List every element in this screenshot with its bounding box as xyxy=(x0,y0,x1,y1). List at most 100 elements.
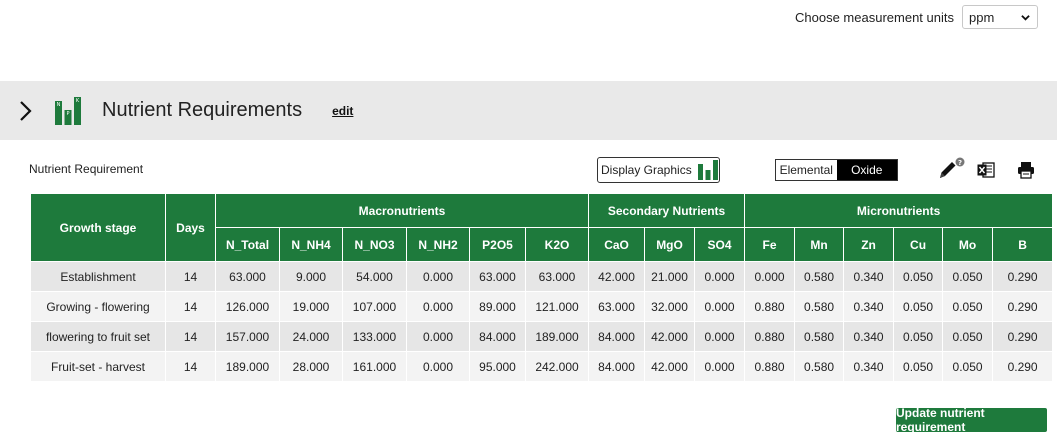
column-header: P2O5 xyxy=(469,227,526,262)
table-cell: 0.880 xyxy=(744,321,796,352)
bar-chart-logo-icon: N P K xyxy=(55,96,81,125)
table-cell: 0.290 xyxy=(992,321,1054,352)
display-graphics-button[interactable]: Display Graphics xyxy=(597,157,720,183)
printer-icon[interactable] xyxy=(1017,161,1035,179)
table-row: Growing - flowering 14 126.000 19.000 10… xyxy=(30,291,1054,322)
table-cell: 133.000 xyxy=(342,321,407,352)
header-growth-stage: Growth stage xyxy=(30,193,166,262)
table-cell: 0.340 xyxy=(843,351,895,382)
display-graphics-label: Display Graphics xyxy=(601,163,692,177)
table-cell: 0.340 xyxy=(843,261,895,292)
column-header: Mn xyxy=(794,227,845,262)
table-cell: Establishment xyxy=(30,261,166,292)
column-header: Mo xyxy=(942,227,994,262)
header-secondary-nutrients: Secondary Nutrients xyxy=(588,193,746,228)
column-header: N_NH4 xyxy=(279,227,343,262)
table-cell: 0.580 xyxy=(794,261,845,292)
header-micronutrients: Micronutrients xyxy=(744,193,1054,228)
table-cell: 24.000 xyxy=(279,321,343,352)
table-cell: 0.050 xyxy=(942,291,994,322)
table-cell: 84.000 xyxy=(469,321,526,352)
table-cell: 14 xyxy=(165,351,216,382)
svg-text:P: P xyxy=(66,111,69,117)
table-cell: 161.000 xyxy=(342,351,407,382)
table-cell: 189.000 xyxy=(215,351,280,382)
table-cell: 42.000 xyxy=(644,351,696,382)
nutrient-requirement-label: Nutrient Requirement xyxy=(29,162,144,176)
bar-chart-icon xyxy=(697,160,718,180)
column-header: MgO xyxy=(644,227,696,262)
column-header: Fe xyxy=(744,227,796,262)
column-header: CaO xyxy=(588,227,646,262)
table-cell: 63.000 xyxy=(524,261,590,292)
column-header: Zn xyxy=(843,227,895,262)
chevron-right-icon[interactable] xyxy=(18,99,34,123)
pencil-help-icon[interactable]: ? xyxy=(937,157,965,181)
table-cell: 0.000 xyxy=(406,261,470,292)
table-cell: 0.290 xyxy=(992,291,1054,322)
table-cell: 89.000 xyxy=(469,291,526,322)
table-row: Fruit-set - harvest 14 189.000 28.000 16… xyxy=(30,351,1054,382)
table-cell: 0.290 xyxy=(992,261,1054,292)
update-nutrient-requirement-button[interactable]: Update nutrient requirement xyxy=(896,406,1047,434)
table-cell: 0.000 xyxy=(694,351,746,382)
elemental-oxide-toggle: Elemental Oxide xyxy=(775,159,898,181)
table-cell: 242.000 xyxy=(524,351,590,382)
table-cell: 0.050 xyxy=(942,351,994,382)
table-cell: 42.000 xyxy=(644,321,696,352)
table-cell: 63.000 xyxy=(215,261,280,292)
header-days: Days xyxy=(165,193,216,262)
column-header: B xyxy=(992,227,1054,262)
table-cell: 0.050 xyxy=(942,261,994,292)
excel-icon[interactable] xyxy=(977,161,995,179)
table-cell: 14 xyxy=(165,261,216,292)
table-cell: 0.000 xyxy=(694,321,746,352)
table-cell: 19.000 xyxy=(279,291,343,322)
table-cell: 0.580 xyxy=(794,291,845,322)
table-cell: 0.880 xyxy=(744,291,796,322)
table-cell: 0.050 xyxy=(893,291,944,322)
column-header: N_Total xyxy=(215,227,280,262)
toggle-oxide[interactable]: Oxide xyxy=(836,160,897,180)
table-cell: 0.340 xyxy=(843,321,895,352)
table-cell: 42.000 xyxy=(588,261,646,292)
table-cell: 0.050 xyxy=(942,321,994,352)
table-cell: 63.000 xyxy=(588,291,646,322)
table-cell: 189.000 xyxy=(524,321,590,352)
table-cell: 63.000 xyxy=(469,261,526,292)
table-cell: 0.050 xyxy=(893,321,944,352)
page-title: Nutrient Requirements xyxy=(102,99,303,121)
column-header: SO4 xyxy=(694,227,746,262)
table-row: Establishment 14 63.000 9.000 54.000 0.0… xyxy=(30,261,1054,292)
column-header: K2O xyxy=(524,227,590,262)
table-cell: 0.290 xyxy=(992,351,1054,382)
table-cell: 21.000 xyxy=(644,261,696,292)
column-header: Cu xyxy=(893,227,944,262)
edit-link[interactable]: edit xyxy=(332,104,353,118)
toggle-elemental[interactable]: Elemental xyxy=(776,160,837,180)
table-cell: 28.000 xyxy=(279,351,343,382)
svg-text:N: N xyxy=(57,102,61,108)
table-cell: 0.580 xyxy=(794,351,845,382)
header-macronutrients: Macronutrients xyxy=(214,193,590,228)
table-cell: 84.000 xyxy=(588,321,646,352)
table-cell: 0.340 xyxy=(843,291,895,322)
table-cell: 157.000 xyxy=(215,321,280,352)
table-cell: 0.000 xyxy=(694,291,746,322)
table-cell: 14 xyxy=(165,321,216,352)
units-selector: Choose measurement units ppm xyxy=(795,5,1038,29)
chevron-down-icon xyxy=(1021,14,1030,21)
table-cell: 126.000 xyxy=(215,291,280,322)
nutrient-table: Growth stage Days Macronutrients Seconda… xyxy=(30,193,1054,382)
table-cell: 0.000 xyxy=(744,261,796,292)
table-row: flowering to fruit set 14 157.000 24.000… xyxy=(30,321,1054,352)
units-select[interactable]: ppm xyxy=(962,5,1038,29)
table-cell: 0.050 xyxy=(893,261,944,292)
table-cell: Growing - flowering xyxy=(30,291,166,322)
table-cell: 107.000 xyxy=(342,291,407,322)
table-cell: 0.050 xyxy=(893,351,944,382)
table-cell: 0.000 xyxy=(406,291,470,322)
table-cell: 14 xyxy=(165,291,216,322)
table-cell: 0.000 xyxy=(406,351,470,382)
table-cell: 0.580 xyxy=(794,321,845,352)
